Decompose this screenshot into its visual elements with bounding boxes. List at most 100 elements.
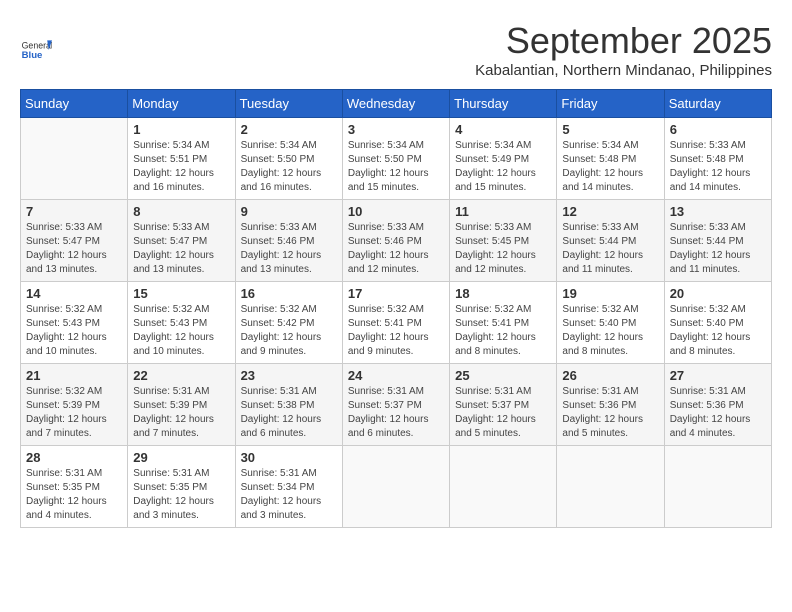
day-info: Sunrise: 5:34 AM Sunset: 5:51 PM Dayligh… (133, 139, 229, 195)
day-number: 5 (562, 122, 658, 137)
calendar-cell: 19 Sunrise: 5:32 AM Sunset: 5:40 PM Dayli… (557, 282, 664, 364)
day-info: Sunrise: 5:34 AM Sunset: 5:50 PM Dayligh… (348, 139, 444, 195)
day-info: Sunrise: 5:32 AM Sunset: 5:40 PM Dayligh… (562, 303, 658, 359)
day-number: 21 (26, 368, 122, 383)
day-info: Sunrise: 5:32 AM Sunset: 5:41 PM Dayligh… (455, 303, 551, 359)
day-info: Sunrise: 5:31 AM Sunset: 5:34 PM Dayligh… (241, 467, 337, 523)
day-info: Sunrise: 5:33 AM Sunset: 5:47 PM Dayligh… (26, 221, 122, 277)
logo-icon: General Blue (20, 34, 52, 66)
day-number: 23 (241, 368, 337, 383)
calendar-cell (557, 446, 664, 528)
calendar-cell: 30 Sunrise: 5:31 AM Sunset: 5:34 PM Dayli… (235, 446, 342, 528)
calendar-cell: 22Sunrise: 5:31 AM Sunset: 5:39 PM Dayli… (128, 364, 235, 446)
svg-text:General: General (22, 40, 52, 50)
day-number: 9 (241, 204, 337, 219)
calendar-week-4: 21 Sunrise: 5:32 AM Sunset: 5:39 PM Dayli… (21, 364, 772, 446)
calendar-cell: 6 Sunrise: 5:33 AM Sunset: 5:48 PM Daylig… (664, 118, 771, 200)
day-number: 18 (455, 286, 551, 301)
weekday-header-thursday: Thursday (450, 90, 557, 118)
calendar-cell (21, 118, 128, 200)
day-number: 17 (348, 286, 444, 301)
day-number: 15 (133, 286, 229, 301)
calendar-cell: 14Sunrise: 5:32 AM Sunset: 5:43 PM Dayli… (21, 282, 128, 364)
calendar-cell: 15 Sunrise: 5:32 AM Sunset: 5:43 PM Dayli… (128, 282, 235, 364)
calendar-cell: 11Sunrise: 5:33 AM Sunset: 5:45 PM Dayli… (450, 200, 557, 282)
day-info: Sunrise: 5:31 AM Sunset: 5:37 PM Dayligh… (455, 385, 551, 441)
calendar-cell: 25 Sunrise: 5:31 AM Sunset: 5:37 PM Dayli… (450, 364, 557, 446)
day-info: Sunrise: 5:32 AM Sunset: 5:43 PM Dayligh… (133, 303, 229, 359)
calendar: SundayMondayTuesdayWednesdayThursdayFrid… (20, 89, 772, 528)
calendar-week-2: 7 Sunrise: 5:33 AM Sunset: 5:47 PM Daylig… (21, 200, 772, 282)
day-info: Sunrise: 5:33 AM Sunset: 5:48 PM Dayligh… (670, 139, 766, 195)
day-number: 3 (348, 122, 444, 137)
day-info: Sunrise: 5:33 AM Sunset: 5:44 PM Dayligh… (670, 221, 766, 277)
day-info: Sunrise: 5:32 AM Sunset: 5:41 PM Dayligh… (348, 303, 444, 359)
weekday-header-tuesday: Tuesday (235, 90, 342, 118)
day-info: Sunrise: 5:33 AM Sunset: 5:47 PM Dayligh… (133, 221, 229, 277)
calendar-cell: 10 Sunrise: 5:33 AM Sunset: 5:46 PM Dayli… (342, 200, 449, 282)
day-number: 7 (26, 204, 122, 219)
calendar-week-3: 14Sunrise: 5:32 AM Sunset: 5:43 PM Dayli… (21, 282, 772, 364)
day-info: Sunrise: 5:31 AM Sunset: 5:36 PM Dayligh… (670, 385, 766, 441)
calendar-cell (664, 446, 771, 528)
calendar-cell: 3 Sunrise: 5:34 AM Sunset: 5:50 PM Daylig… (342, 118, 449, 200)
calendar-cell: 16 Sunrise: 5:32 AM Sunset: 5:42 PM Dayli… (235, 282, 342, 364)
calendar-cell: 24 Sunrise: 5:31 AM Sunset: 5:37 PM Dayli… (342, 364, 449, 446)
calendar-cell: 13 Sunrise: 5:33 AM Sunset: 5:44 PM Dayli… (664, 200, 771, 282)
calendar-cell (450, 446, 557, 528)
weekday-header-wednesday: Wednesday (342, 90, 449, 118)
calendar-week-1: 1 Sunrise: 5:34 AM Sunset: 5:51 PM Daylig… (21, 118, 772, 200)
weekday-header-friday: Friday (557, 90, 664, 118)
calendar-cell: 1 Sunrise: 5:34 AM Sunset: 5:51 PM Daylig… (128, 118, 235, 200)
calendar-cell: 27 Sunrise: 5:31 AM Sunset: 5:36 PM Dayli… (664, 364, 771, 446)
day-number: 16 (241, 286, 337, 301)
day-info: Sunrise: 5:34 AM Sunset: 5:50 PM Dayligh… (241, 139, 337, 195)
calendar-cell (342, 446, 449, 528)
location-title: Kabalantian, Northern Mindanao, Philippi… (52, 62, 772, 79)
day-info: Sunrise: 5:33 AM Sunset: 5:45 PM Dayligh… (455, 221, 551, 277)
calendar-cell: 2 Sunrise: 5:34 AM Sunset: 5:50 PM Daylig… (235, 118, 342, 200)
day-number: 4 (455, 122, 551, 137)
day-number: 28 (26, 450, 122, 465)
calendar-cell: 12 Sunrise: 5:33 AM Sunset: 5:44 PM Dayli… (557, 200, 664, 282)
calendar-cell: 26Sunrise: 5:31 AM Sunset: 5:36 PM Dayli… (557, 364, 664, 446)
day-number: 2 (241, 122, 337, 137)
day-info: Sunrise: 5:31 AM Sunset: 5:35 PM Dayligh… (26, 467, 122, 523)
day-info: Sunrise: 5:32 AM Sunset: 5:39 PM Dayligh… (26, 385, 122, 441)
day-info: Sunrise: 5:31 AM Sunset: 5:38 PM Dayligh… (241, 385, 337, 441)
calendar-week-5: 28 Sunrise: 5:31 AM Sunset: 5:35 PM Dayli… (21, 446, 772, 528)
day-info: Sunrise: 5:31 AM Sunset: 5:39 PM Dayligh… (133, 385, 229, 441)
logo: General Blue (20, 34, 52, 66)
day-info: Sunrise: 5:31 AM Sunset: 5:35 PM Dayligh… (133, 467, 229, 523)
day-number: 6 (670, 122, 766, 137)
day-info: Sunrise: 5:32 AM Sunset: 5:40 PM Dayligh… (670, 303, 766, 359)
day-number: 27 (670, 368, 766, 383)
day-info: Sunrise: 5:33 AM Sunset: 5:46 PM Dayligh… (348, 221, 444, 277)
calendar-cell: 5 Sunrise: 5:34 AM Sunset: 5:48 PM Daylig… (557, 118, 664, 200)
weekday-header-row: SundayMondayTuesdayWednesdayThursdayFrid… (21, 90, 772, 118)
day-number: 20 (670, 286, 766, 301)
day-number: 12 (562, 204, 658, 219)
calendar-cell: 20 Sunrise: 5:32 AM Sunset: 5:40 PM Dayli… (664, 282, 771, 364)
calendar-cell: 23 Sunrise: 5:31 AM Sunset: 5:38 PM Dayli… (235, 364, 342, 446)
calendar-cell: 29Sunrise: 5:31 AM Sunset: 5:35 PM Dayli… (128, 446, 235, 528)
day-info: Sunrise: 5:33 AM Sunset: 5:44 PM Dayligh… (562, 221, 658, 277)
day-number: 8 (133, 204, 229, 219)
day-number: 24 (348, 368, 444, 383)
day-info: Sunrise: 5:34 AM Sunset: 5:48 PM Dayligh… (562, 139, 658, 195)
weekday-header-monday: Monday (128, 90, 235, 118)
day-number: 25 (455, 368, 551, 383)
day-info: Sunrise: 5:31 AM Sunset: 5:37 PM Dayligh… (348, 385, 444, 441)
day-info: Sunrise: 5:32 AM Sunset: 5:42 PM Dayligh… (241, 303, 337, 359)
calendar-cell: 7 Sunrise: 5:33 AM Sunset: 5:47 PM Daylig… (21, 200, 128, 282)
calendar-cell: 28 Sunrise: 5:31 AM Sunset: 5:35 PM Dayli… (21, 446, 128, 528)
day-number: 13 (670, 204, 766, 219)
weekday-header-sunday: Sunday (21, 90, 128, 118)
day-number: 30 (241, 450, 337, 465)
calendar-cell: 4Sunrise: 5:34 AM Sunset: 5:49 PM Daylig… (450, 118, 557, 200)
day-number: 1 (133, 122, 229, 137)
month-title: September 2025 (52, 20, 772, 62)
svg-text:Blue: Blue (22, 50, 43, 61)
day-number: 10 (348, 204, 444, 219)
day-number: 19 (562, 286, 658, 301)
